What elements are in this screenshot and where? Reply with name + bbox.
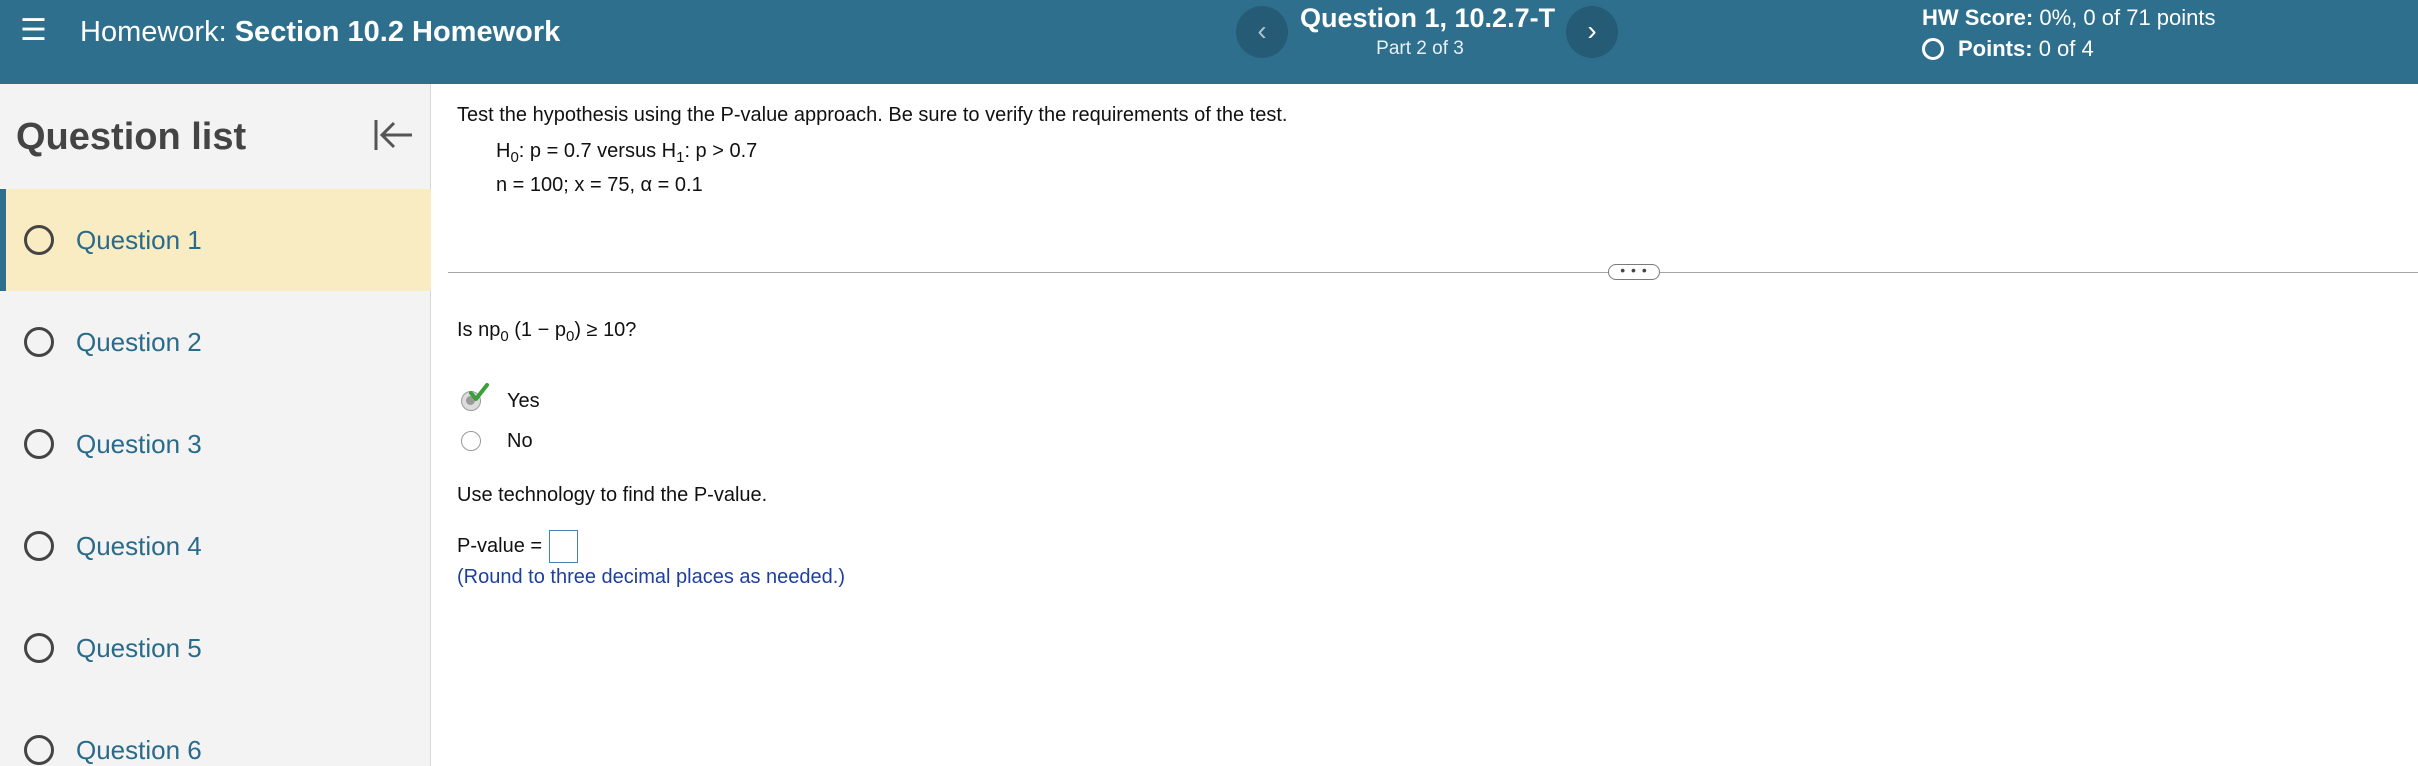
- requirement-pre: Is np: [457, 319, 501, 341]
- question-list-label: Question 6: [76, 734, 202, 765]
- question-list-item-5[interactable]: Question 5: [0, 597, 431, 699]
- homework-title-prefix: Homework:: [80, 16, 227, 48]
- question-title: Question 1, 10.2.7-T: [1300, 3, 1556, 33]
- top-header: ☰ Homework: Section 10.2 Homework ‹ Ques…: [0, 0, 2418, 84]
- correct-check-icon: [469, 383, 489, 401]
- question-list-label: Question 1: [76, 224, 202, 255]
- question-info: Question 1, 10.2.7-T Part 2 of 3: [1300, 2, 1556, 61]
- h0-rest: : p = 0.7 versus H: [518, 140, 677, 162]
- h0-symbol: H: [496, 140, 511, 162]
- question-list-label: Question 5: [76, 632, 202, 663]
- points-row: Points: 0 of 4: [1922, 35, 2216, 63]
- score-panel: HW Score: 0%, 0 of 71 points Points: 0 o…: [1922, 4, 2216, 63]
- question-list-label: Question 3: [76, 428, 202, 459]
- collapse-left-icon[interactable]: [372, 114, 414, 156]
- h0-subscript: 0: [510, 149, 519, 166]
- question-status-icon: [24, 429, 54, 459]
- question-part: Part 2 of 3: [1376, 38, 1464, 59]
- question-status-icon: [24, 735, 54, 765]
- hamburger-menu-icon[interactable]: ☰: [20, 16, 50, 46]
- points-value: 0 of 4: [2038, 36, 2094, 61]
- yes-option-label[interactable]: Yes: [507, 388, 540, 414]
- points-label: Points:: [1958, 36, 2033, 61]
- technology-prompt: Use technology to find the P-value.: [457, 484, 768, 506]
- hw-score-label: HW Score:: [1922, 5, 2034, 30]
- homework-title: Homework: Section 10.2 Homework: [80, 15, 560, 49]
- question-list-heading: Question list: [16, 116, 247, 158]
- question-list-label: Question 2: [76, 326, 202, 357]
- points-status-icon: [1922, 38, 1944, 60]
- pvalue-label: P-value =: [457, 535, 543, 557]
- question-list-item-1[interactable]: Question 1: [0, 189, 431, 291]
- pane-divider: [448, 272, 2418, 273]
- hw-score: HW Score: 0%, 0 of 71 points: [1922, 4, 2216, 32]
- hw-score-value: 0%, 0 of 71 points: [2039, 5, 2216, 30]
- question-status-icon: [24, 327, 54, 357]
- hypotheses: H0: p = 0.7 versus H1: p > 0.7: [496, 138, 757, 171]
- no-option-label[interactable]: No: [507, 428, 533, 454]
- homework-title-name: Section 10.2 Homework: [234, 16, 561, 48]
- question-list-item-3[interactable]: Question 3: [0, 393, 431, 495]
- question-list-sidebar: Question list Question 1 Question 2 Ques…: [0, 84, 431, 766]
- pvalue-input[interactable]: [549, 530, 578, 563]
- question-list-item-2[interactable]: Question 2: [0, 291, 431, 393]
- question-list-item-4[interactable]: Question 4: [0, 495, 431, 597]
- question-status-icon: [24, 531, 54, 561]
- requirement-mid: (1 − p: [514, 319, 566, 341]
- requirement-post: ) ≥ 10?: [574, 319, 637, 341]
- h1-rest: : p > 0.7: [684, 140, 758, 162]
- rounding-hint: (Round to three decimal places as needed…: [457, 566, 846, 588]
- question-status-icon: [24, 633, 54, 663]
- question-list-label: Question 4: [76, 530, 202, 561]
- pane-resize-handle[interactable]: • • •: [1608, 263, 1660, 280]
- question-instruction: Test the hypothesis using the P-value ap…: [457, 104, 1288, 126]
- no-radio[interactable]: [461, 431, 481, 451]
- requirement-sub1: 0: [500, 328, 509, 345]
- question-status-icon: [24, 225, 54, 255]
- sample-parameters: n = 100; x = 75, α = 0.1: [496, 174, 703, 196]
- previous-question-button[interactable]: ‹: [1236, 6, 1288, 58]
- next-question-button[interactable]: ›: [1566, 6, 1618, 58]
- requirement-question: Is np0 (1 − p0) ≥ 10?: [457, 317, 636, 350]
- question-list-item-6[interactable]: Question 6: [0, 699, 431, 766]
